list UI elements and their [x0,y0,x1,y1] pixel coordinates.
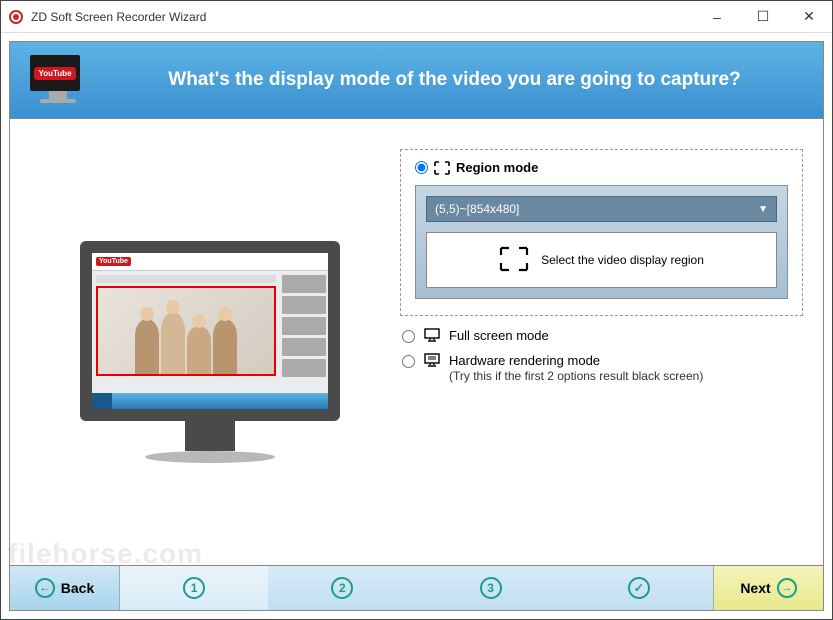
region-mode-settings: (5,5)~[854x480] ▼ Select the video displ… [415,185,788,299]
hardware-mode-subtext: (Try this if the first 2 options result … [449,369,703,383]
video-region-highlight [96,286,276,376]
app-window: ZD Soft Screen Recorder Wizard – ☐ ✕ You… [0,0,833,620]
region-mode-radio-input[interactable] [415,161,428,174]
step-1-button[interactable]: 1 [120,566,268,610]
back-arrow-icon: ← [35,578,55,598]
next-button[interactable]: Next → [713,566,823,610]
step-2-number: 2 [331,577,353,599]
monitor-illustration: YouTube [80,241,340,463]
hardware-mode-label: Hardware rendering mode [449,353,600,368]
banner-monitor-icon: YouTube [30,55,86,105]
content-area: YouTube [9,119,824,565]
region-mode-label: Region mode [456,160,538,175]
step-3-number: 3 [480,577,502,599]
select-region-button[interactable]: Select the video display region [426,232,777,288]
step-3-button[interactable]: 3 [417,566,565,610]
next-label: Next [740,580,770,596]
fullscreen-mode-radio-input[interactable] [402,330,415,343]
step-done-button[interactable]: ✓ [565,566,713,610]
minimize-button[interactable]: – [694,1,740,32]
next-arrow-icon: → [777,578,797,598]
maximize-button[interactable]: ☐ [740,1,786,32]
region-dropdown[interactable]: (5,5)~[854x480] ▼ [426,196,777,222]
titlebar: ZD Soft Screen Recorder Wizard – ☐ ✕ [1,1,832,33]
illustration-column: YouTube [30,149,390,555]
options-column: Region mode (5,5)~[854x480] ▼ Select the… [390,149,803,555]
region-mode-panel: Region mode (5,5)~[854x480] ▼ Select the… [400,149,803,316]
region-mode-radio[interactable]: Region mode [415,160,788,175]
step-2-button[interactable]: 2 [268,566,416,610]
close-button[interactable]: ✕ [786,1,832,32]
dropdown-arrow-icon: ▼ [758,204,768,215]
hardware-monitor-icon [423,353,441,367]
check-icon: ✓ [628,577,650,599]
back-label: Back [61,580,94,596]
wizard-nav: ← Back 1 2 3 ✓ Next → [9,565,824,611]
window-controls: – ☐ ✕ [694,1,832,32]
app-record-icon [9,10,23,24]
monitor-icon [423,328,441,342]
youtube-badge-icon: YouTube [34,67,75,80]
select-region-label: Select the video display region [541,253,704,267]
banner-heading: What's the display mode of the video you… [106,69,803,91]
banner: YouTube What's the display mode of the v… [9,41,824,119]
region-dropdown-value: (5,5)~[854x480] [435,202,519,216]
window-title: ZD Soft Screen Recorder Wizard [31,10,694,24]
step-1-number: 1 [183,577,205,599]
fullscreen-mode-radio[interactable]: Full screen mode [400,328,803,343]
youtube-logo-icon: YouTube [96,257,131,266]
select-region-icon [499,246,529,275]
crop-icon [434,161,450,175]
hardware-mode-radio[interactable]: Hardware rendering mode (Try this if the… [400,353,803,383]
hardware-mode-radio-input[interactable] [402,355,415,368]
fullscreen-mode-label: Full screen mode [449,328,803,343]
back-button[interactable]: ← Back [10,566,120,610]
